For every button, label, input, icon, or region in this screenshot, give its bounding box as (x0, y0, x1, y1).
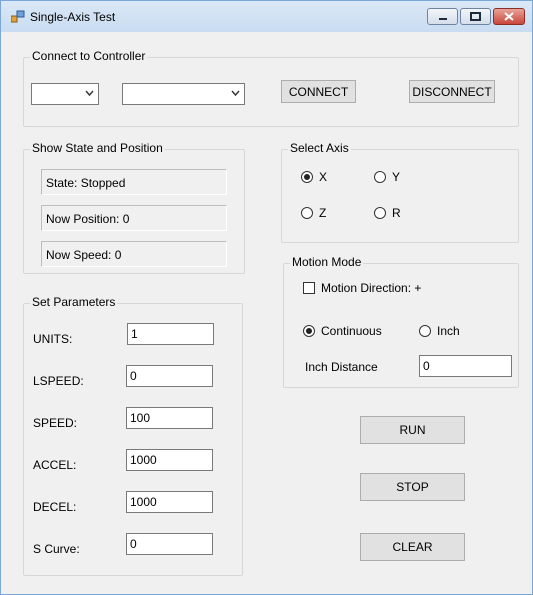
axis-y-label: Y (392, 170, 401, 184)
minimize-button[interactable] (427, 8, 458, 25)
axis-x-radio[interactable]: X (301, 170, 327, 184)
speed-display: Now Speed: 0 (41, 241, 227, 267)
checkbox-icon (303, 282, 315, 294)
radio-icon (419, 325, 431, 337)
stop-button[interactable]: STOP (360, 473, 465, 501)
maximize-icon (470, 12, 481, 21)
run-button[interactable]: RUN (360, 416, 465, 444)
accel-input[interactable]: 1000 (126, 449, 213, 471)
motion-legend: Motion Mode (290, 255, 364, 269)
inch-label: Inch (437, 324, 460, 338)
port-combo[interactable] (31, 83, 99, 105)
param-label: DECEL: (33, 500, 77, 514)
connect-legend: Connect to Controller (30, 49, 148, 63)
axis-r-label: R (392, 206, 401, 220)
chevron-down-icon (231, 90, 240, 97)
baud-combo[interactable] (122, 83, 245, 105)
window-title: Single-Axis Test (30, 10, 116, 24)
inch-distance-input[interactable]: 0 (419, 355, 512, 377)
radio-icon (374, 207, 386, 219)
radio-selected-icon (301, 171, 313, 183)
axis-y-radio[interactable]: Y (374, 170, 400, 184)
inch-distance-label: Inch Distance (305, 360, 378, 374)
lspeed-input[interactable]: 0 (126, 365, 213, 387)
param-label: SPEED: (33, 416, 78, 430)
param-label: S Curve: (33, 542, 80, 556)
radio-selected-icon (303, 325, 315, 337)
motion-group: Motion Mode Motion Direction: + Continuo… (283, 255, 519, 388)
radio-icon (374, 171, 386, 183)
axis-z-radio[interactable]: Z (301, 206, 326, 220)
maximize-button[interactable] (460, 8, 491, 25)
close-button[interactable] (493, 8, 525, 25)
minimize-icon (438, 17, 447, 20)
param-label: ACCEL: (33, 458, 77, 472)
position-display: Now Position: 0 (41, 205, 227, 231)
motion-direction-label: Motion Direction: + (321, 281, 422, 295)
axis-group: Select Axis X Y Z R (281, 141, 519, 243)
app-window: Single-Axis Test Connect to Controller C… (0, 0, 533, 595)
axis-legend: Select Axis (288, 141, 351, 155)
scurve-input[interactable]: 0 (126, 533, 213, 555)
title-bar[interactable]: Single-Axis Test (1, 1, 532, 32)
continuous-radio[interactable]: Continuous (303, 324, 382, 338)
param-label: UNITS: (33, 332, 73, 346)
units-input[interactable]: 1 (127, 323, 214, 345)
clear-button[interactable]: CLEAR (360, 533, 465, 561)
state-group: Show State and Position State: Stopped N… (23, 141, 245, 274)
disconnect-button[interactable]: DISCONNECT (409, 80, 495, 103)
continuous-label: Continuous (321, 324, 382, 338)
axis-x-label: X (319, 170, 328, 184)
params-legend: Set Parameters (30, 295, 118, 309)
close-icon (504, 12, 514, 21)
chevron-down-icon (85, 90, 94, 97)
axis-r-radio[interactable]: R (374, 206, 401, 220)
inch-radio[interactable]: Inch (419, 324, 460, 338)
decel-input[interactable]: 1000 (126, 491, 213, 513)
form-client-area: Connect to Controller CONNECT DISCONNECT… (9, 32, 524, 587)
connect-button[interactable]: CONNECT (281, 80, 356, 103)
params-group: Set Parameters UNITS: 1 LSPEED: 0 SPEED:… (23, 295, 243, 576)
axis-z-label: Z (319, 206, 327, 220)
speed-input[interactable]: 100 (126, 407, 213, 429)
radio-icon (301, 207, 313, 219)
param-label: LSPEED: (33, 374, 84, 388)
state-display: State: Stopped (41, 169, 227, 195)
connect-group: Connect to Controller CONNECT DISCONNECT (23, 49, 519, 127)
motion-direction-checkbox[interactable]: Motion Direction: + (303, 281, 421, 295)
state-legend: Show State and Position (30, 141, 165, 155)
app-icon (10, 10, 25, 23)
